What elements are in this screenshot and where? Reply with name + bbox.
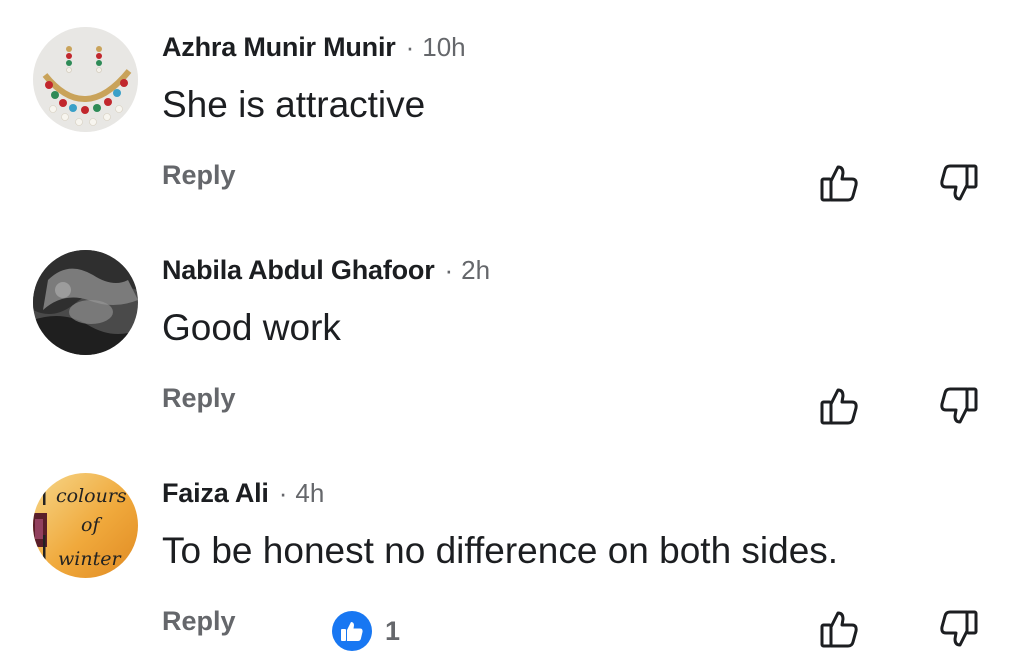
avatar[interactable] bbox=[33, 27, 138, 132]
like-button[interactable] bbox=[814, 381, 864, 431]
dislike-button[interactable] bbox=[934, 158, 984, 208]
dislike-button[interactable] bbox=[934, 604, 984, 654]
author-name[interactable]: Nabila Abdul Ghafoor bbox=[162, 255, 435, 286]
grayscale-photo-avatar-icon bbox=[33, 250, 138, 355]
avatar[interactable]: colours of winter bbox=[33, 473, 138, 578]
colours-of-winter-logo-icon: colours of winter bbox=[33, 473, 138, 578]
separator-dot: · bbox=[405, 31, 415, 62]
comment: Azhra Munir Munir · 10h She is attractiv… bbox=[0, 0, 1024, 223]
thumbs-down-outline-icon bbox=[940, 387, 978, 424]
thumbs-up-outline-icon bbox=[820, 388, 858, 425]
jewelry-necklace-avatar-icon bbox=[33, 27, 138, 132]
comment-meta: Faiza Ali · 4h bbox=[162, 476, 324, 510]
avatar[interactable] bbox=[33, 250, 138, 355]
like-button[interactable] bbox=[814, 158, 864, 208]
timestamp: 4h bbox=[295, 477, 325, 508]
comment: colours of winter Faiza Ali · 4h To be h… bbox=[0, 446, 1024, 669]
thumbs-up-outline-icon bbox=[820, 611, 858, 648]
separator-dot: · bbox=[278, 477, 288, 508]
dislike-button[interactable] bbox=[934, 381, 984, 431]
reaction-summary[interactable]: 1 bbox=[331, 610, 400, 652]
comment-text: She is attractive bbox=[162, 84, 426, 125]
author-name[interactable]: Faiza Ali bbox=[162, 478, 269, 509]
comment-meta: Nabila Abdul Ghafoor · 2h bbox=[162, 253, 490, 287]
like-button[interactable] bbox=[814, 604, 864, 654]
reply-button[interactable]: Reply bbox=[162, 383, 236, 414]
comment-meta: Azhra Munir Munir · 10h bbox=[162, 30, 466, 64]
thumbs-down-outline-icon bbox=[940, 610, 978, 647]
separator-dot: · bbox=[444, 254, 454, 285]
like-reaction-icon bbox=[332, 611, 372, 651]
comment: Nabila Abdul Ghafoor · 2h Good work Repl… bbox=[0, 223, 1024, 446]
avatar-logo-text: winter bbox=[58, 548, 122, 570]
comment-text: Good work bbox=[162, 307, 341, 348]
reaction-count: 1 bbox=[385, 615, 401, 646]
timestamp: 2h bbox=[461, 254, 491, 285]
thumbs-up-outline-icon bbox=[820, 165, 858, 202]
avatar-logo-text: colours bbox=[56, 485, 127, 507]
reply-button[interactable]: Reply bbox=[162, 160, 236, 191]
comment-text: To be honest no difference on both sides… bbox=[162, 530, 839, 571]
author-name[interactable]: Azhra Munir Munir bbox=[162, 32, 396, 63]
reply-button[interactable]: Reply bbox=[162, 606, 236, 637]
thumbs-down-outline-icon bbox=[940, 164, 978, 201]
timestamp: 10h bbox=[422, 31, 466, 62]
avatar-logo-text: of bbox=[81, 514, 102, 536]
